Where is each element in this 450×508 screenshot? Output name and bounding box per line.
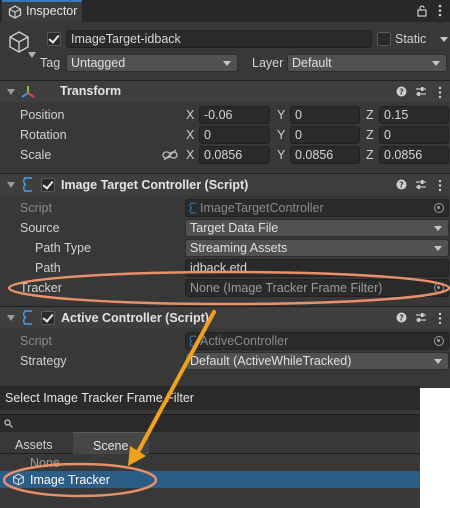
item-highlight-ellipse: [2, 462, 158, 498]
tracker-highlight-ellipse: [7, 270, 450, 306]
annotation-overlay: [2, 270, 450, 498]
annotation-arrow-line: [136, 310, 216, 454]
annotation-arrow-head: [128, 446, 146, 466]
